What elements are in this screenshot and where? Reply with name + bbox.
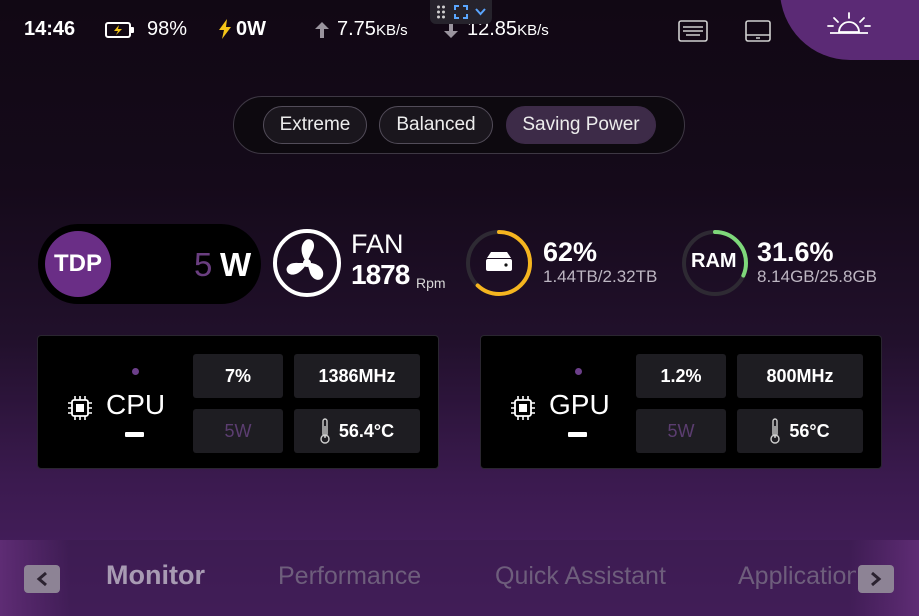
window-snap-button[interactable] xyxy=(430,0,492,24)
download-unit: KB/s xyxy=(517,22,549,39)
drag-grip-icon xyxy=(437,5,445,19)
disk-usage-percent: 62% xyxy=(543,237,598,267)
chevron-right-icon xyxy=(871,571,882,587)
arrow-up-icon xyxy=(315,22,329,38)
cpu-frequency: 1386MHz xyxy=(294,354,420,398)
cpu-temperature: 56.4°C xyxy=(338,420,395,441)
mode-saving-power-button[interactable]: Saving Power xyxy=(506,106,656,144)
fan-rpm-unit: Rpm xyxy=(416,275,446,291)
nav-next-button[interactable] xyxy=(849,540,919,616)
battery-percent: 98% xyxy=(147,18,188,40)
brightness-button[interactable] xyxy=(780,0,919,60)
disk-usage-detail: 1.44TB/2.32TB xyxy=(543,267,658,286)
cpu-power: 5W xyxy=(193,409,283,453)
gpu-dash xyxy=(568,432,587,437)
keyboard-icon[interactable] xyxy=(678,20,708,42)
cpu-title: CPU xyxy=(106,389,166,420)
tdp-value: 5 xyxy=(194,246,213,283)
nav-prev-box xyxy=(24,565,60,593)
gpu-load: 1.2% xyxy=(636,354,726,398)
tablet-screen-icon[interactable] xyxy=(745,20,771,42)
mode-balanced-button[interactable]: Balanced xyxy=(379,106,493,144)
cpu-card: CPU 7% 1386MHz 5W 56.4°C xyxy=(37,335,439,469)
fan-rpm: 1878 xyxy=(351,259,410,290)
cpu-load: 7% xyxy=(193,354,283,398)
ram-label: RAM xyxy=(691,250,737,272)
tdp-badge: TDP xyxy=(45,231,111,297)
mode-extreme-button[interactable]: Extreme xyxy=(263,106,367,144)
upload-unit: KB/s xyxy=(375,22,408,39)
thermometer-icon xyxy=(770,418,781,444)
gpu-power: 5W xyxy=(636,409,726,453)
cpu-dash xyxy=(125,432,144,437)
bottom-navigation: Monitor Performance Quick Assistant Appl… xyxy=(0,540,919,616)
tab-quick-assistant[interactable]: Quick Assistant xyxy=(495,562,666,591)
tdp-unit: W xyxy=(220,246,252,283)
gpu-temperature-cell: 56°C xyxy=(737,409,863,453)
tab-performance[interactable]: Performance xyxy=(278,562,421,591)
cpu-temperature-cell: 56.4°C xyxy=(294,409,420,453)
nav-prev-button[interactable] xyxy=(0,540,70,616)
gpu-temperature: 56°C xyxy=(789,420,830,441)
chevron-down-icon xyxy=(475,8,486,16)
gpu-card: GPU 1.2% 800MHz 5W 56°C xyxy=(480,335,882,469)
chip-icon xyxy=(511,396,535,420)
upload-value: 7.75 xyxy=(337,18,376,40)
fullscreen-icon xyxy=(454,5,468,19)
upload-speed: 7.75KB/s xyxy=(337,18,408,41)
fan-label: FAN xyxy=(351,229,404,259)
nav-next-box xyxy=(858,565,894,593)
ram-usage-percent: 31.6% xyxy=(757,237,834,267)
performance-mode-selector: Extreme Balanced Saving Power xyxy=(233,96,685,154)
battery-charging-icon xyxy=(105,22,134,38)
lightning-icon xyxy=(219,19,231,39)
tab-monitor[interactable]: Monitor xyxy=(106,560,205,591)
cpu-status-dot xyxy=(132,368,139,375)
sun-brightness-icon xyxy=(827,12,871,34)
ram-usage-detail: 8.14GB/25.8GB xyxy=(757,267,878,286)
arrow-down-icon xyxy=(444,22,458,38)
hard-drive-icon xyxy=(486,252,512,271)
fan-icon xyxy=(273,229,341,297)
gpu-title: GPU xyxy=(549,389,610,420)
gpu-status-dot xyxy=(575,368,582,375)
tab-application[interactable]: Application xyxy=(738,562,856,591)
chip-icon xyxy=(68,396,92,420)
disk-usage-ring xyxy=(466,230,532,296)
thermometer-icon xyxy=(320,418,330,444)
chevron-left-icon xyxy=(36,571,47,587)
clock-time: 14:46 xyxy=(24,18,76,40)
power-draw: 0W xyxy=(236,18,266,40)
gpu-frequency: 800MHz xyxy=(737,354,863,398)
tdp-control[interactable]: TDP 5 W xyxy=(38,224,261,304)
status-bar: 14:46 98% 0W 7.75KB/s 12.85KB/s xyxy=(0,0,919,60)
